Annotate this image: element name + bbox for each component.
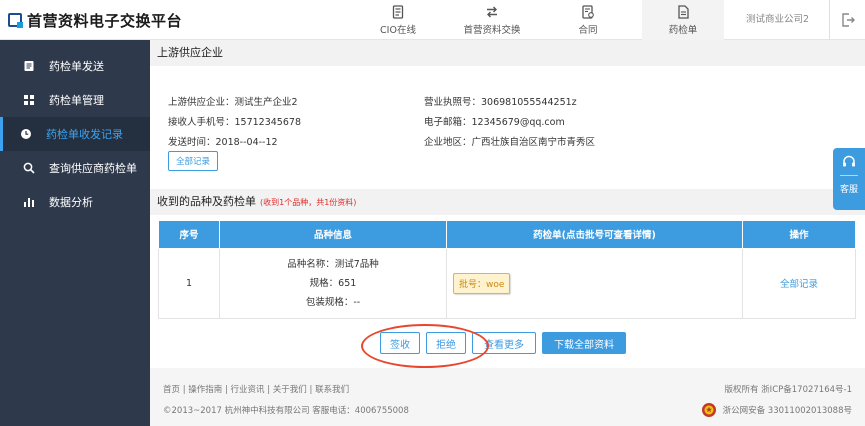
section-title-supplier: 上游供应企业 [150, 40, 865, 66]
customer-service-widget[interactable]: 客服 [833, 148, 865, 210]
logout-icon[interactable] [840, 12, 856, 28]
service-label: 客服 [839, 185, 858, 195]
top-header: 首营资料电子交换平台 CIO在线 首营资料交换 合同 药检单 测试商业公司2 [0, 0, 865, 40]
row-all-records-link[interactable]: 全部记录 [780, 279, 818, 290]
variety-spec: 规格：651 [309, 277, 357, 289]
footer-copyright: ©2013~2017 杭州神中科技有限公司 客服电话：4006755008 [163, 406, 409, 416]
document-icon [392, 4, 404, 19]
sidebar-item-label: 查询供应商药检单 [49, 162, 137, 175]
sidebar-item-label: 数据分析 [49, 196, 93, 209]
sidebar-item-label: 药检单管理 [49, 94, 104, 107]
footer-icp: 版权所有 浙ICP备17027164号-1 [724, 385, 852, 395]
police-badge-icon [701, 403, 716, 417]
report-icon [678, 4, 689, 19]
contract-icon [582, 4, 594, 19]
variety-name: 品种名称：测试7品种 [287, 258, 379, 270]
business-license: 营业执照号：306981055544251z [424, 97, 577, 108]
all-records-button[interactable]: 全部记录 [168, 151, 218, 171]
report-cell: 批号：woe [446, 247, 743, 319]
sidebar-item-label: 药检单收发记录 [46, 128, 123, 141]
nav-label: 药检单 [668, 24, 698, 36]
main-content: 上游供应企业 上游供应企业：测试生产企业2 接收人手机号：15712345678… [150, 40, 865, 426]
table-row: 1 品种名称：测试7品种 规格：651 包装规格：-- 批号：woe 全部记录 [158, 247, 856, 319]
grid-icon [24, 95, 34, 105]
sidebar: 药检单发送 药检单管理 药检单收发记录 查询供应商药检单 数据分析 [0, 40, 150, 426]
footer: 首页 | 操作指南 | 行业资讯 | 关于我们 | 联系我们 ©2013~201… [150, 368, 865, 426]
row-index: 1 [158, 247, 220, 319]
variety-info: 品种名称：测试7品种 规格：651 包装规格：-- [219, 247, 447, 319]
footer-police-text: 浙公网安备 33011002013088号 [722, 406, 852, 416]
sidebar-item-send[interactable]: 药检单发送 [0, 49, 150, 83]
batch-link[interactable]: 批号：woe [453, 272, 511, 294]
sidebar-item-search-supplier[interactable]: 查询供应商药检单 [0, 151, 150, 185]
column-header: 序号 [158, 221, 220, 249]
supplier-enterprise: 上游供应企业：测试生产企业2 [168, 97, 298, 108]
company-name: 测试商业公司2 [738, 0, 830, 40]
column-header: 操作 [742, 221, 856, 249]
sidebar-item-records[interactable]: 药检单收发记录 [0, 117, 150, 151]
search-icon [23, 162, 35, 174]
nav-first-exchange[interactable]: 首营资料交换 [452, 0, 532, 40]
receiver-phone: 接收人手机号：15712345678 [168, 117, 301, 128]
nav-contract[interactable]: 合同 [548, 0, 628, 40]
section-title-received: 收到的品种及药检单 (收到1个品种，共1份资料) [150, 189, 865, 215]
exchange-icon [487, 6, 497, 17]
bar-chart-icon [24, 198, 34, 207]
sidebar-item-label: 药检单发送 [49, 60, 104, 73]
logo-icon [8, 13, 23, 28]
logo[interactable]: 首营资料电子交换平台 [8, 10, 182, 30]
sidebar-item-analysis[interactable]: 数据分析 [0, 185, 150, 219]
received-title: 收到的品种及药检单 [157, 195, 256, 208]
nav-report[interactable]: 药检单 [642, 0, 724, 40]
send-icon [24, 61, 34, 71]
highlight-circle [361, 324, 489, 368]
variety-package-spec: 包装规格：-- [305, 296, 361, 308]
received-note: (收到1个品种，共1份资料) [260, 198, 357, 207]
nav-label: CIO在线 [380, 24, 416, 36]
footer-links[interactable]: 首页 | 操作指南 | 行业资讯 | 关于我们 | 联系我们 [163, 383, 349, 395]
sidebar-item-manage[interactable]: 药检单管理 [0, 83, 150, 117]
column-header: 药检单(点击批号可查看详情) [446, 221, 743, 249]
logo-text: 首营资料电子交换平台 [27, 11, 183, 30]
nav-cio-online[interactable]: CIO在线 [360, 0, 436, 40]
headset-icon [843, 155, 855, 167]
action-cell: 全部记录 [742, 247, 856, 319]
download-all-button[interactable]: 下载全部资料 [542, 332, 626, 354]
nav-label: 合同 [578, 24, 598, 36]
footer-police: 浙公网安备 33011002013088号 [701, 402, 852, 418]
region: 企业地区：广西壮族自治区南宁市青秀区 [424, 137, 596, 148]
email: 电子邮箱：12345679@qq.com [424, 117, 565, 128]
send-time: 发送时间：2018--04--12 [168, 137, 278, 148]
received-table: 序号 品种信息 药检单(点击批号可查看详情) 操作 1 品种名称：测试7品种 规… [158, 221, 856, 319]
column-header: 品种信息 [219, 221, 447, 249]
nav-label: 首营资料交换 [463, 24, 521, 36]
divider [840, 175, 858, 176]
clock-icon [21, 129, 31, 139]
